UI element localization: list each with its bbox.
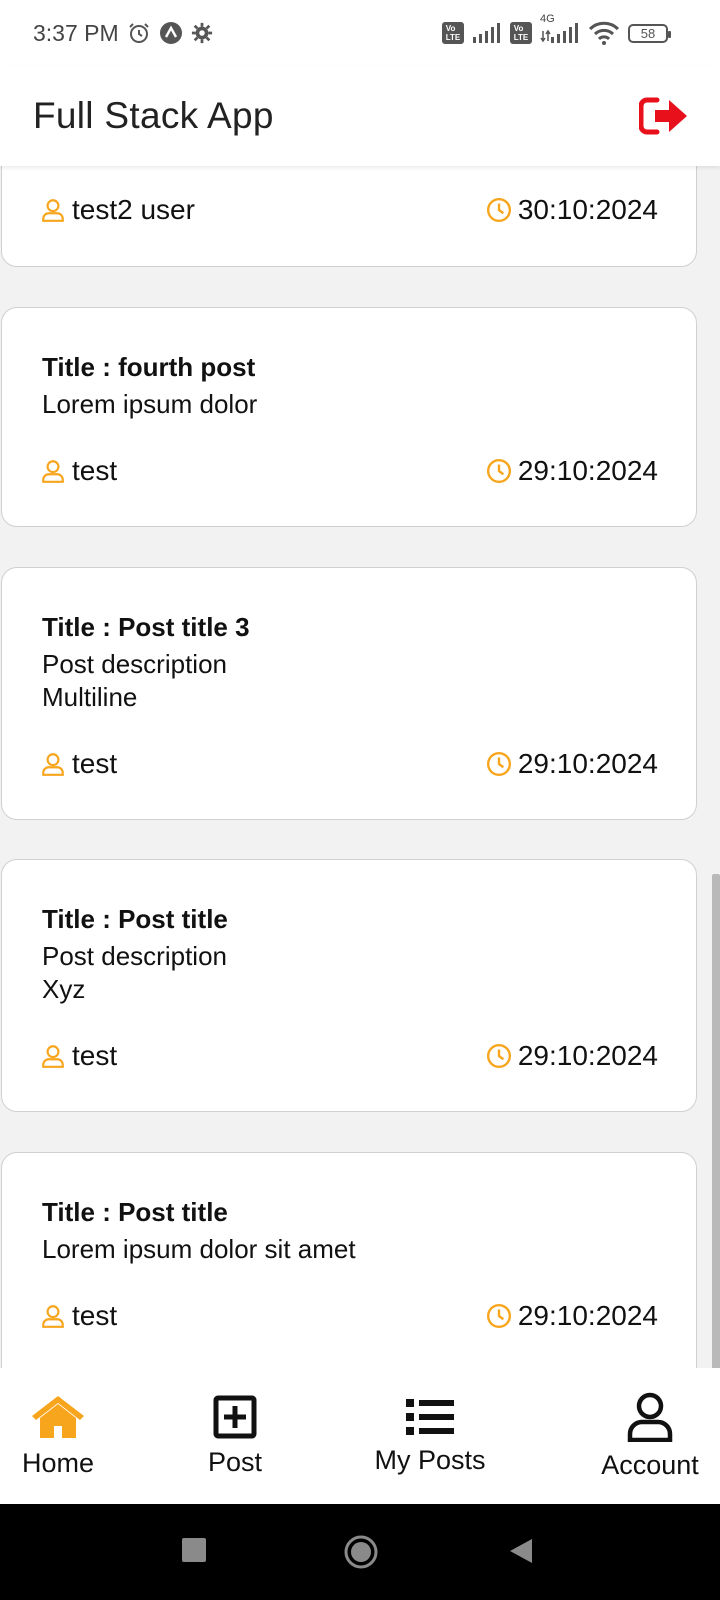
clock-icon — [486, 458, 511, 484]
add-post-icon — [213, 1395, 257, 1438]
status-left: 3:37 PM — [33, 20, 213, 47]
volte-icon-2: Vo LTE — [510, 22, 532, 44]
post-meta: test 29:10:2024 — [40, 1300, 658, 1332]
home-circle-icon — [344, 1535, 378, 1569]
post-title: Title : Post title — [42, 1197, 228, 1227]
nav-home[interactable]: Home — [8, 1368, 108, 1504]
post-description: Post description Multiline — [42, 649, 227, 712]
post-author-name: test — [72, 455, 118, 486]
posts-list[interactable]: test2 user 30:10:2024 Title : fourth pos… — [0, 166, 720, 1368]
back-triangle-icon — [510, 1539, 532, 1563]
nav-my-posts-label: My Posts — [374, 1444, 486, 1475]
post-date-text: 29:10:2024 — [517, 1300, 658, 1331]
post-author: test — [40, 455, 117, 487]
clock-icon — [486, 1303, 511, 1329]
status-bar: 3:37 PM Vo LTE Vo LTE 4G 58 — [0, 0, 720, 66]
post-date: 29:10:2024 — [486, 455, 658, 487]
post-author-name: test2 user — [72, 194, 195, 225]
post-date: 29:10:2024 — [486, 748, 658, 780]
app-logo-icon — [159, 21, 183, 45]
status-right: Vo LTE Vo LTE 4G 58 — [442, 13, 671, 45]
post-author: test — [40, 748, 117, 780]
user-icon — [42, 753, 64, 776]
post-author: test2 user — [40, 194, 195, 226]
status-time: 3:37 PM — [33, 19, 119, 46]
bottom-nav: Home Post My Posts Account — [0, 1368, 720, 1504]
user-icon — [42, 1305, 64, 1328]
user-icon — [42, 460, 64, 483]
clock-icon — [486, 1043, 511, 1069]
post-date: 29:10:2024 — [486, 1040, 658, 1072]
post-meta: test2 user 30:10:2024 — [40, 194, 658, 226]
signal-4g-icon: 4G — [540, 13, 580, 43]
post-title: Title : fourth post — [42, 352, 256, 382]
nav-post[interactable]: Post — [185, 1368, 285, 1504]
post-title: Title : Post title — [42, 904, 228, 934]
nav-account[interactable]: Account — [580, 1368, 720, 1504]
post-description: Post description Xyz — [42, 941, 227, 1004]
signal-icon — [472, 23, 502, 43]
post-date-text: 29:10:2024 — [517, 455, 658, 486]
nav-my-posts[interactable]: My Posts — [360, 1368, 500, 1504]
post-card[interactable]: Title : Post title Lorem ipsum dolor sit… — [1, 1152, 697, 1368]
logout-icon — [639, 97, 687, 135]
page-title: Full Stack App — [33, 95, 274, 136]
user-icon — [627, 1392, 673, 1442]
post-description: Lorem ipsum dolor sit amet — [42, 1234, 356, 1264]
post-card[interactable]: test2 user 30:10:2024 — [1, 166, 697, 267]
system-nav-bar — [0, 1504, 720, 1600]
back-button[interactable] — [508, 1537, 534, 1570]
post-meta: test 29:10:2024 — [40, 748, 658, 780]
recents-button[interactable] — [182, 1538, 206, 1562]
clock-icon — [486, 197, 511, 223]
home-icon — [32, 1395, 84, 1438]
user-icon — [42, 199, 64, 222]
post-author: test — [40, 1040, 117, 1072]
home-nav-button[interactable] — [343, 1534, 379, 1575]
settings-gear-icon — [191, 22, 213, 44]
post-card[interactable]: Title : fourth post Lorem ipsum dolor te… — [1, 307, 697, 527]
nav-home-label: Home — [21, 1447, 95, 1478]
app-header: Full Stack App — [0, 66, 720, 166]
post-date-text: 29:10:2024 — [517, 1040, 658, 1071]
alarm-icon — [127, 21, 151, 45]
post-author-name: test — [72, 1040, 118, 1071]
post-card[interactable]: Title : Post title 3 Post description Mu… — [1, 567, 697, 820]
post-description: Lorem ipsum dolor — [42, 389, 258, 419]
wifi-icon — [588, 21, 620, 45]
volte-icon: Vo LTE — [442, 22, 464, 44]
post-meta: test 29:10:2024 — [40, 1040, 658, 1072]
clock-icon — [486, 751, 511, 777]
scrollbar[interactable] — [712, 874, 720, 1368]
network-type: 4G — [540, 13, 555, 25]
post-author-name: test — [72, 1300, 118, 1331]
post-date-text: 29:10:2024 — [517, 748, 658, 779]
post-author: test — [40, 1300, 117, 1332]
user-icon — [42, 1045, 64, 1068]
post-date: 30:10:2024 — [486, 194, 658, 226]
list-icon — [406, 1398, 454, 1435]
post-meta: test 29:10:2024 — [40, 455, 658, 487]
post-card[interactable]: Title : Post title Post description Xyz … — [1, 859, 697, 1112]
post-date: 29:10:2024 — [486, 1300, 658, 1332]
nav-account-label: Account — [601, 1449, 699, 1480]
post-date-text: 30:10:2024 — [517, 194, 658, 225]
logout-button[interactable] — [638, 94, 690, 138]
post-title: Title : Post title 3 — [42, 612, 250, 642]
battery-icon: 58 — [628, 23, 671, 43]
nav-post-label: Post — [207, 1446, 263, 1477]
post-author-name: test — [72, 748, 118, 779]
